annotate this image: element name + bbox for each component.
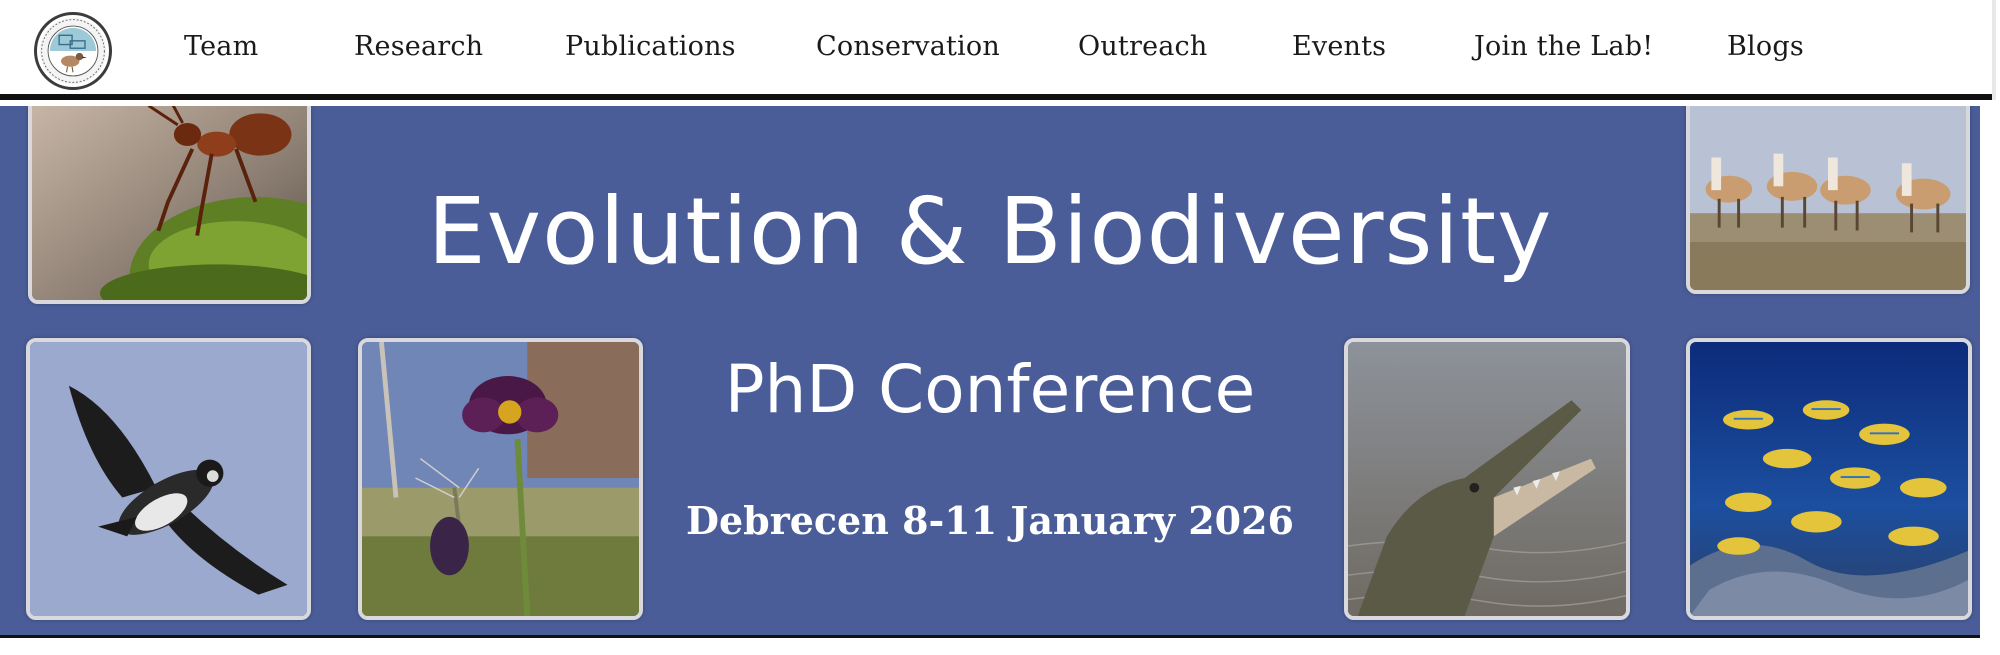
nav-publications[interactable]: Publications bbox=[565, 31, 736, 62]
conference-banner: Evolution & Biodiversity PhD Conference … bbox=[0, 106, 1980, 638]
nav-conservation[interactable]: Conservation bbox=[816, 31, 1000, 62]
header-edge bbox=[1992, 0, 1996, 100]
page: Team Research Publications Conservation … bbox=[0, 0, 2000, 655]
conference-subtitle: PhD Conference bbox=[724, 351, 1256, 428]
page-bottom bbox=[0, 638, 2000, 655]
nav-blogs[interactable]: Blogs bbox=[1727, 31, 1804, 62]
nav-outreach[interactable]: Outreach bbox=[1078, 31, 1207, 62]
nav-research[interactable]: Research bbox=[354, 31, 483, 62]
nav-join-the-lab[interactable]: Join the Lab! bbox=[1474, 31, 1653, 62]
conference-date: Debrecen 8-11 January 2026 bbox=[686, 498, 1294, 543]
nav-events[interactable]: Events bbox=[1292, 31, 1386, 62]
main-navigation: Team Research Publications Conservation … bbox=[0, 0, 1996, 100]
nav-team[interactable]: Team bbox=[184, 31, 258, 62]
site-header: Team Research Publications Conservation … bbox=[0, 0, 1996, 100]
conference-title: Evolution & Biodiversity bbox=[427, 178, 1553, 285]
